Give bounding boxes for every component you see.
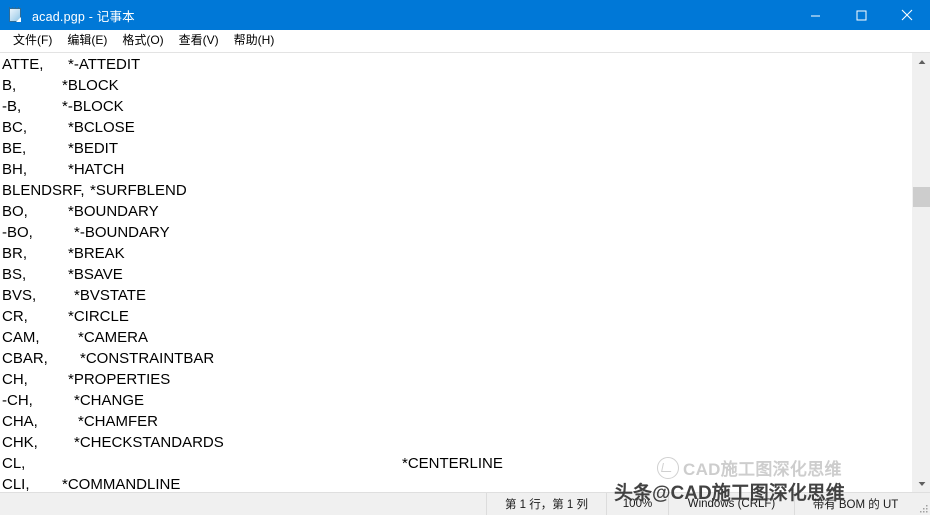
notepad-icon <box>7 7 23 23</box>
command-target: *BVSTATE <box>74 287 146 304</box>
command-target: *COMMANDLINE <box>62 476 181 492</box>
editor-line: BC, *BCLOSE <box>2 117 912 138</box>
command-target: *CAMERA <box>78 329 149 346</box>
editor-line: BH, *HATCH <box>2 159 912 180</box>
menu-bar: 文件(F) 编辑(E) 格式(O) 查看(V) 帮助(H) <box>0 30 930 52</box>
editor-line: CHA, *CHAMFER <box>2 411 912 432</box>
command-target: *BLOCK <box>62 77 119 94</box>
command-alias: BO, <box>2 203 28 220</box>
command-alias: BR, <box>2 245 28 262</box>
editor-line: CBAR, *CONSTRAINTBAR <box>2 348 912 369</box>
menu-item-edit[interactable]: 编辑(E) <box>60 31 115 50</box>
command-target: *BSAVE <box>68 266 123 283</box>
title-bar[interactable]: acad.pgp - 记事本 <box>0 0 930 30</box>
status-bar: 第 1 行，第 1 列 100% Windows (CRLF) 带有 BOM 的… <box>0 492 930 515</box>
client-area: ATTE, *-ATTEDIT B, *BLOCK -B, *-BLOCK BC, *BCLO… <box>0 52 930 492</box>
editor-line: CL, *CENTERLINE <box>2 453 912 474</box>
editor-line: CLI, *COMMANDLINE <box>2 474 912 492</box>
scrollbar-thumb[interactable] <box>913 187 930 207</box>
editor-line: BE, *BEDIT <box>2 138 912 159</box>
editor-line: BVS, *BVSTATE <box>2 285 912 306</box>
editor-line: -BO, *-BOUNDARY <box>2 222 912 243</box>
command-alias: BLENDSRF, <box>2 182 85 199</box>
menu-item-help[interactable]: 帮助(H) <box>227 31 283 50</box>
command-target: *CIRCLE <box>68 308 129 325</box>
editor-line: BS, *BSAVE <box>2 264 912 285</box>
command-alias: BVS, <box>2 287 37 304</box>
window-controls <box>792 0 930 30</box>
command-alias: -B, <box>2 98 22 115</box>
command-target: *HATCH <box>68 161 125 178</box>
command-target: *BREAK <box>68 245 125 262</box>
command-alias: -CH, <box>2 392 33 409</box>
command-target: *SURFBLEND <box>90 182 187 199</box>
resize-grip-icon[interactable] <box>916 493 930 515</box>
command-target: *PROPERTIES <box>68 371 171 388</box>
close-button[interactable] <box>884 0 930 30</box>
command-alias: CH, <box>2 371 28 388</box>
editor-line: CH, *PROPERTIES <box>2 369 912 390</box>
editor-line: B, *BLOCK <box>2 75 912 96</box>
status-zoom-level[interactable]: 100% <box>606 493 668 515</box>
minimize-button[interactable] <box>792 0 838 30</box>
command-alias: ATTE, <box>2 56 44 73</box>
scroll-up-button[interactable] <box>913 53 930 70</box>
editor-line: CHK, *CHECKSTANDARDS <box>2 432 912 453</box>
command-alias: BE, <box>2 140 27 157</box>
command-alias: CL, <box>2 455 26 472</box>
command-alias: CHA, <box>2 413 38 430</box>
command-alias: CBAR, <box>2 350 48 367</box>
notepad-window: acad.pgp - 记事本 文件(F) 编辑(E) 格式(O) 查看(V) 帮… <box>0 0 930 515</box>
vertical-scrollbar[interactable] <box>912 53 930 492</box>
status-encoding[interactable]: 带有 BOM 的 UT <box>794 493 916 515</box>
command-target: *CONSTRAINTBAR <box>80 350 215 367</box>
command-target: *CHAMFER <box>78 413 159 430</box>
command-target: *CHANGE <box>74 392 145 409</box>
command-target: *-ATTEDIT <box>68 56 141 73</box>
text-editor[interactable]: ATTE, *-ATTEDIT B, *BLOCK -B, *-BLOCK BC, *BCLO… <box>0 53 912 492</box>
command-alias: -BO, <box>2 224 33 241</box>
maximize-button[interactable] <box>838 0 884 30</box>
command-alias: CLI, <box>2 476 30 492</box>
editor-line: BLENDSRF, *SURFBLEND <box>2 180 912 201</box>
command-target: *CENTERLINE <box>402 455 503 472</box>
command-alias: BH, <box>2 161 28 178</box>
editor-line: -B, *-BLOCK <box>2 96 912 117</box>
editor-line: CR, *CIRCLE <box>2 306 912 327</box>
editor-line: CAM, *CAMERA <box>2 327 912 348</box>
command-target: *BEDIT <box>68 140 119 157</box>
command-target: *-BOUNDARY <box>74 224 170 241</box>
status-line-ending[interactable]: Windows (CRLF) <box>668 493 794 515</box>
command-alias: B, <box>2 77 17 94</box>
status-cursor-position: 第 1 行，第 1 列 <box>486 493 606 515</box>
editor-line: -CH, *CHANGE <box>2 390 912 411</box>
command-alias: BS, <box>2 266 27 283</box>
command-target: *BCLOSE <box>68 119 135 136</box>
command-target: *BOUNDARY <box>68 203 159 220</box>
editor-line: BO, *BOUNDARY <box>2 201 912 222</box>
command-target: *CHECKSTANDARDS <box>74 434 224 451</box>
scroll-down-button[interactable] <box>913 475 930 492</box>
editor-line: ATTE, *-ATTEDIT <box>2 54 912 75</box>
menu-item-view[interactable]: 查看(V) <box>172 31 227 50</box>
menu-item-format[interactable]: 格式(O) <box>115 31 171 50</box>
window-title: acad.pgp - 记事本 <box>32 9 135 24</box>
command-alias: BC, <box>2 119 28 136</box>
command-alias: CR, <box>2 308 28 325</box>
menu-item-file[interactable]: 文件(F) <box>6 31 60 50</box>
text-content: ATTE, *-ATTEDIT B, *BLOCK -B, *-BLOCK BC, *BCLO… <box>0 54 912 492</box>
command-target: *-BLOCK <box>62 98 124 115</box>
editor-line: BR, *BREAK <box>2 243 912 264</box>
command-alias: CHK, <box>2 434 38 451</box>
command-alias: CAM, <box>2 329 40 346</box>
